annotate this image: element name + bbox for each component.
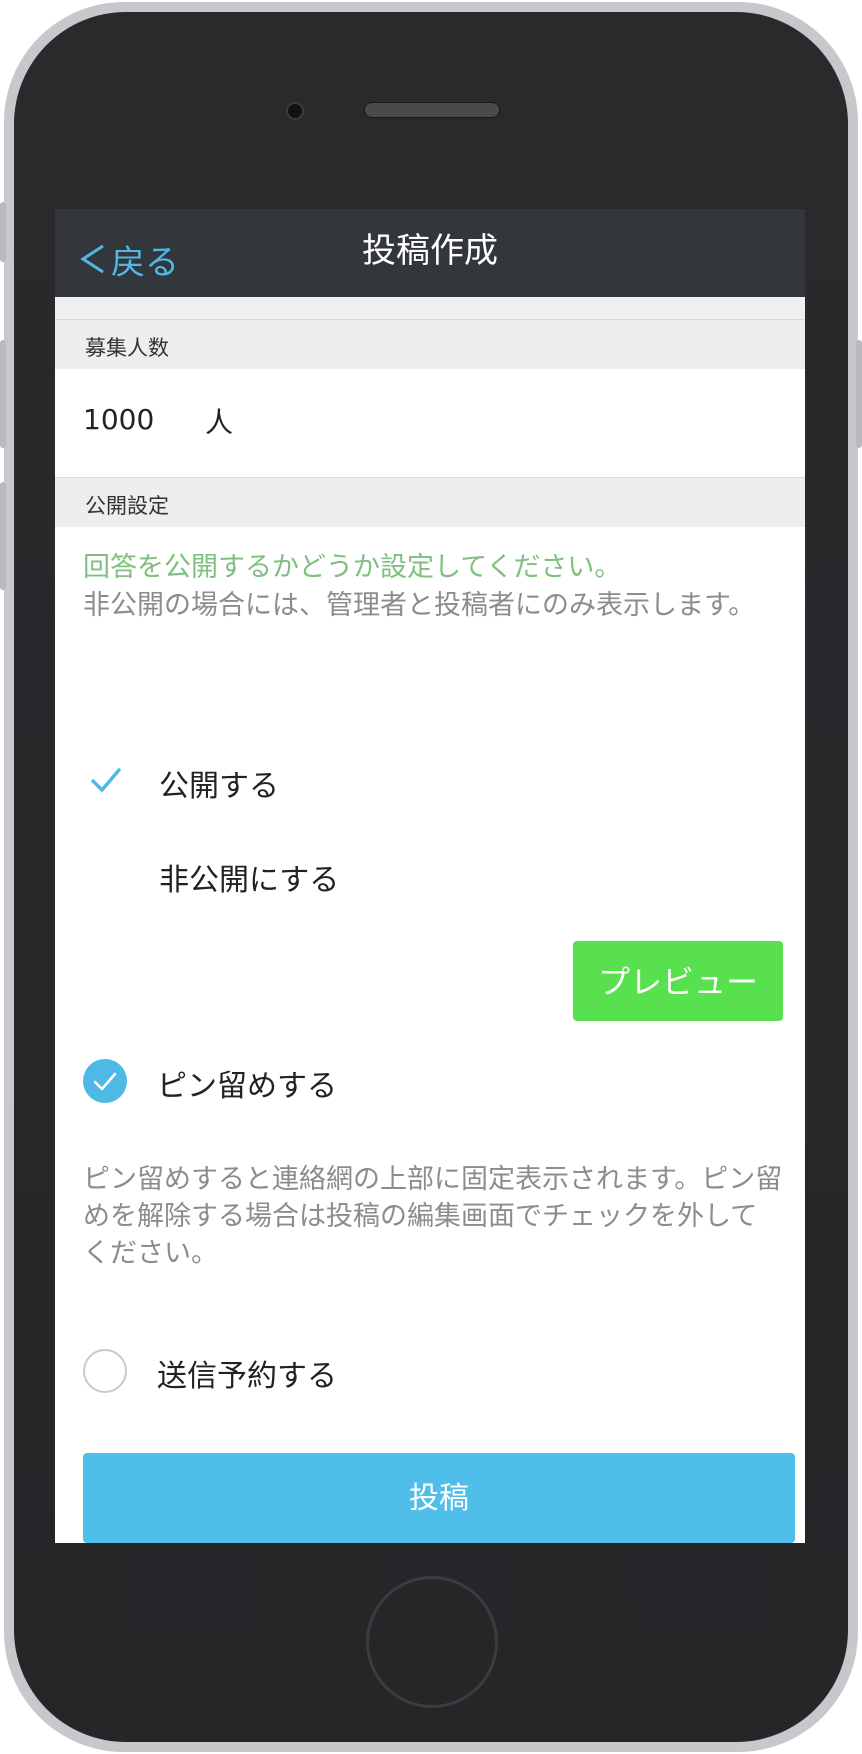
pin-checkbox[interactable]	[83, 1059, 127, 1103]
schedule-checkbox[interactable]	[83, 1349, 127, 1393]
page-title: 投稿作成	[362, 231, 498, 271]
recruit-count-row[interactable]: 1000 人	[55, 369, 805, 477]
visibility-option-label: 公開する	[159, 769, 279, 804]
pin-label: ピン留めする	[157, 1069, 337, 1104]
earpiece-speaker	[364, 102, 500, 118]
visibility-header: 公開設定	[55, 477, 805, 527]
mute-switch	[0, 202, 6, 262]
visibility-option-public[interactable]: 公開する	[55, 747, 805, 817]
home-button[interactable]	[366, 1576, 498, 1708]
preview-button[interactable]: プレビュー	[573, 941, 783, 1021]
front-camera	[286, 102, 304, 120]
schedule-label: 送信予約する	[157, 1359, 337, 1394]
checkmark-icon	[93, 1072, 117, 1091]
visibility-description: 回答を公開するかどうか設定してください。 非公開の場合には、管理者と投稿者にのみ…	[83, 549, 783, 625]
power-button	[856, 340, 862, 448]
navigation-bar: 戻る 投稿作成	[55, 209, 805, 297]
recruit-count-header: 募集人数	[55, 319, 805, 369]
volume-up-button	[0, 340, 6, 448]
visibility-option-label: 非公開にする	[159, 863, 340, 898]
schedule-toggle[interactable]: 送信予約する	[55, 1341, 805, 1401]
visibility-note: 非公開の場合には、管理者と投稿者にのみ表示します。	[83, 590, 756, 621]
recruit-count-header-label: 募集人数	[85, 336, 169, 360]
visibility-option-private[interactable]: 非公開にする	[55, 841, 805, 911]
pin-toggle[interactable]: ピン留めする	[55, 1051, 805, 1111]
checkmark-icon	[91, 768, 121, 792]
pin-description: ピン留めすると連絡網の上部に固定表示されます。ピン留めを解除する場合は投稿の編集…	[83, 1164, 783, 1269]
recruit-count-value[interactable]: 1000	[83, 403, 154, 436]
volume-down-button	[0, 482, 6, 590]
submit-button[interactable]: 投稿	[83, 1453, 795, 1543]
visibility-header-label: 公開設定	[85, 494, 169, 518]
recruit-count-unit: 人	[205, 406, 234, 439]
section-spacer	[55, 297, 805, 319]
visibility-hint: 回答を公開するかどうか設定してください。	[83, 552, 622, 583]
app-screen: 戻る 投稿作成 募集人数 1000 人 公開設定 回答を公開するかどうか設定して…	[55, 209, 805, 1543]
